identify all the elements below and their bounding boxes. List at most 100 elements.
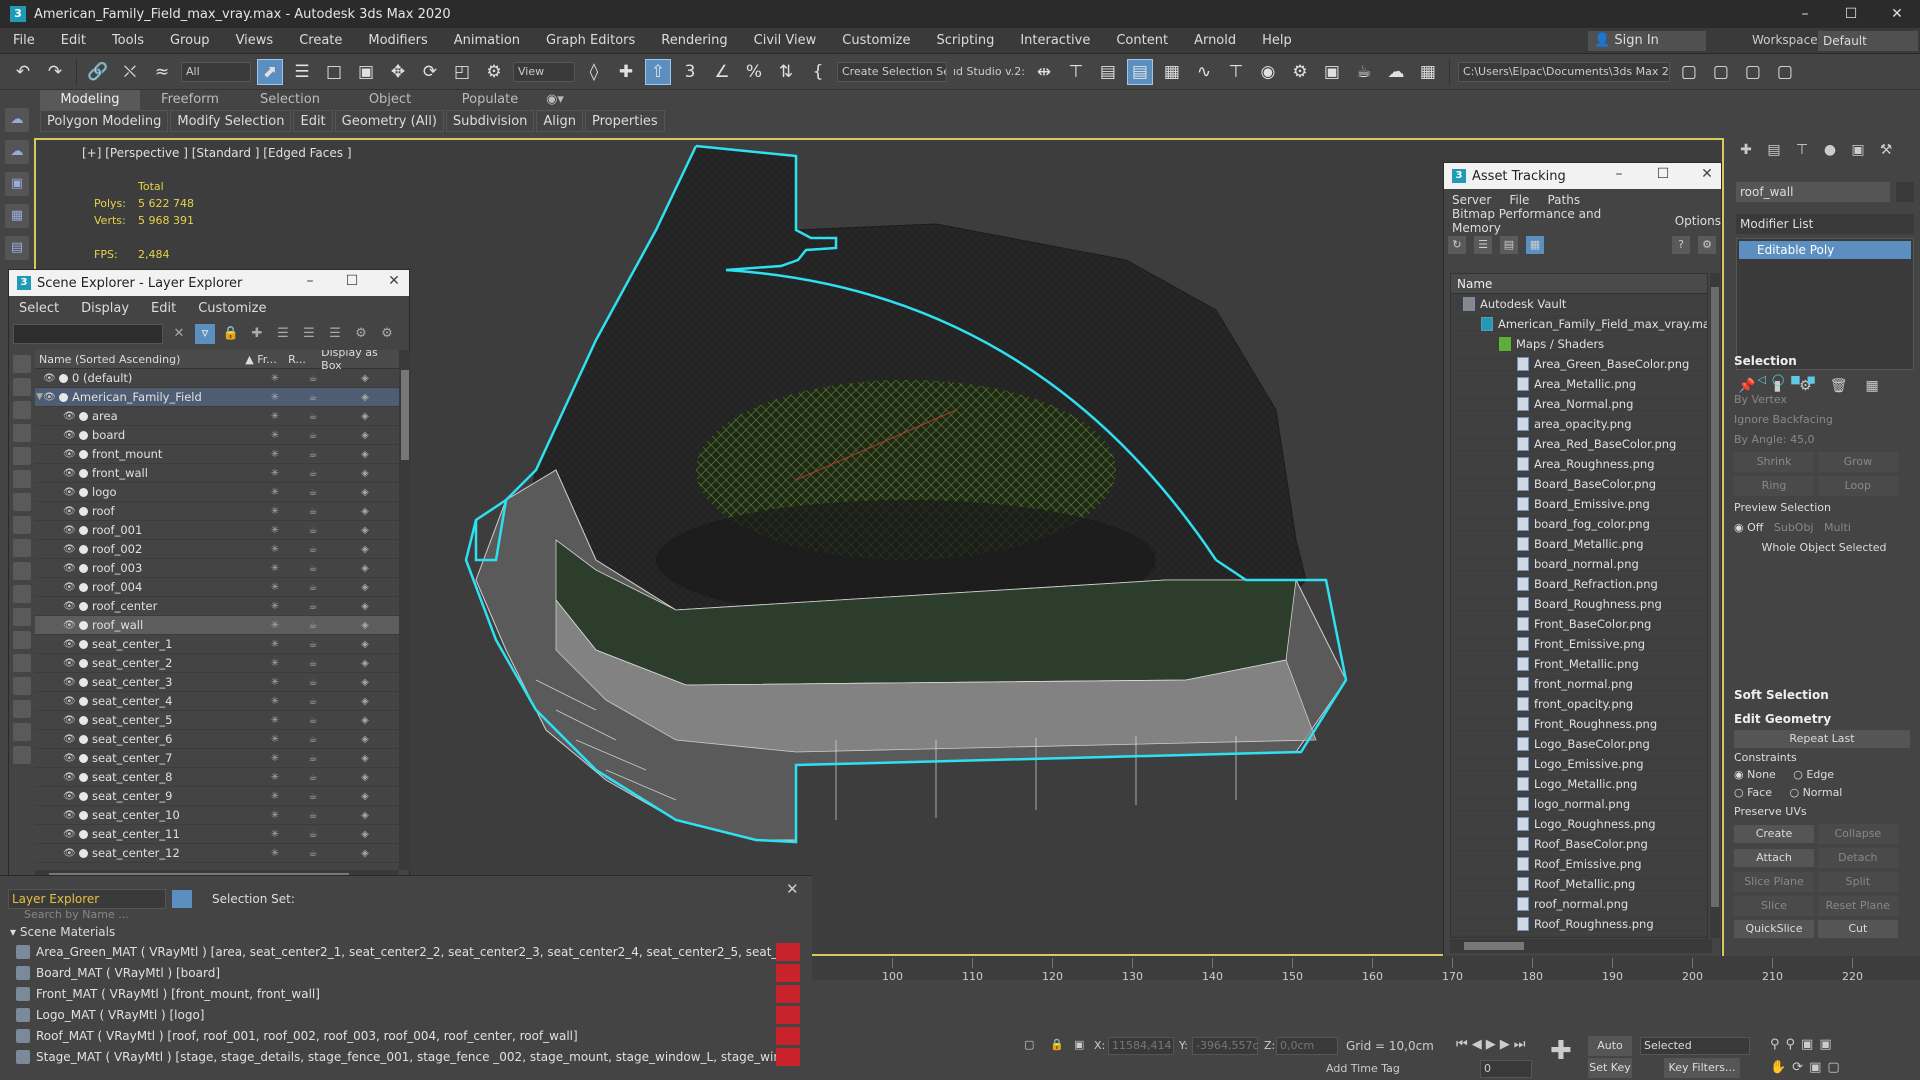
table-view-icon[interactable]: ▦ xyxy=(1526,236,1544,254)
visibility-eye-icon[interactable]: 👁 xyxy=(63,563,76,574)
render-teapot-icon[interactable]: ☕ xyxy=(294,392,332,403)
visibility-eye-icon[interactable]: 👁 xyxy=(63,658,76,669)
menu-edit[interactable]: Edit xyxy=(48,33,99,48)
display-helpers-icon[interactable] xyxy=(13,447,31,465)
box-display-icon[interactable]: ◈ xyxy=(346,582,384,593)
box-display-icon[interactable]: ◈ xyxy=(346,525,384,536)
menu-civil-view[interactable]: Civil View xyxy=(741,33,830,48)
visibility-eye-icon[interactable]: 👁 xyxy=(63,696,76,707)
box-display-icon[interactable]: ◈ xyxy=(346,829,384,840)
material-row[interactable]: Board_MAT ( VRayMtl ) [board] xyxy=(16,962,800,983)
freeze-icon[interactable]: ✳ xyxy=(256,411,294,422)
layer-row[interactable]: 👁 roof_004 ✳ ☕ ◈ xyxy=(35,578,399,597)
create-icon[interactable]: ☁ xyxy=(5,108,29,132)
cloud-icon[interactable]: ☁ xyxy=(5,140,29,164)
layer-row[interactable]: 👁 seat_center_7 ✳ ☕ ◈ xyxy=(35,749,399,768)
render-teapot-icon[interactable]: ☕ xyxy=(294,506,332,517)
menu-group[interactable]: Group xyxy=(157,33,223,48)
asset-row[interactable]: Area_Red_BaseColor.png xyxy=(1451,434,1707,454)
loop-button[interactable]: Loop xyxy=(1817,476,1898,496)
grid-icon[interactable]: ▦ xyxy=(5,204,29,228)
sign-in-dropdown[interactable]: 👤 Sign In xyxy=(1588,31,1706,51)
freeze-icon[interactable]: ✳ xyxy=(256,848,294,859)
freeze-icon[interactable]: ✳ xyxy=(256,696,294,707)
quickslice-button[interactable]: QuickSlice xyxy=(1734,920,1814,938)
freeze-icon[interactable]: ✳ xyxy=(256,791,294,802)
freeze-icon[interactable]: ✳ xyxy=(256,601,294,612)
cut-button[interactable]: Cut xyxy=(1817,920,1898,938)
asset-row[interactable]: front_normal.png xyxy=(1451,674,1707,694)
object-color-swatch[interactable] xyxy=(1896,182,1914,202)
layer-row[interactable]: 👁 seat_center_4 ✳ ☕ ◈ xyxy=(35,692,399,711)
scene-explorer-titlebar[interactable]: 3 Scene Explorer - Layer Explorer – ☐ ✕ xyxy=(9,270,409,296)
asset-hscroll[interactable] xyxy=(1450,939,1712,953)
render-teapot-icon[interactable]: ☕ xyxy=(294,525,332,536)
render-teapot-icon[interactable]: ☕ xyxy=(294,468,332,479)
display-invert-icon[interactable] xyxy=(13,677,31,695)
asset-row[interactable]: Logo_Roughness.png xyxy=(1451,814,1707,834)
visibility-eye-icon[interactable]: 👁 xyxy=(63,525,76,536)
visibility-eye-icon[interactable]: 👁 xyxy=(63,677,76,688)
ribbon-subdivision[interactable]: Subdivision xyxy=(445,110,535,132)
freeze-icon[interactable]: ✳ xyxy=(256,810,294,821)
menu-animation[interactable]: Animation xyxy=(441,33,533,48)
se-menu-display[interactable]: Display xyxy=(81,301,129,316)
visibility-eye-icon[interactable]: 👁 xyxy=(63,487,76,498)
layer-row[interactable]: 👁 roof ✳ ☕ ◈ xyxy=(35,502,399,521)
slice-plane-button[interactable]: Slice Plane xyxy=(1734,872,1814,892)
menu-content[interactable]: Content xyxy=(1103,33,1181,48)
render-teapot-icon[interactable]: ☕ xyxy=(294,620,332,631)
asset-row[interactable]: Roof_Emissive.png xyxy=(1451,854,1707,874)
project-path-select[interactable]: C:\Users\Elpac\Documents\3ds Max 2020 xyxy=(1457,61,1670,82)
box-display-icon[interactable]: ◈ xyxy=(346,791,384,802)
freeze-icon[interactable]: ✳ xyxy=(256,772,294,783)
freeze-icon[interactable]: ✳ xyxy=(256,430,294,441)
freeze-icon[interactable]: ✳ xyxy=(256,487,294,498)
new-layer-icon[interactable]: ✚ xyxy=(247,324,267,344)
column-name[interactable]: Name (Sorted Ascending) xyxy=(35,353,245,366)
box-display-icon[interactable]: ◈ xyxy=(346,810,384,821)
box-display-icon[interactable]: ◈ xyxy=(346,639,384,650)
display-children-icon[interactable] xyxy=(13,700,31,718)
layer-row[interactable]: 👁 seat_center_10 ✳ ☕ ◈ xyxy=(35,806,399,825)
freeze-icon[interactable]: ✳ xyxy=(256,525,294,536)
render-teapot-icon[interactable]: ☕ xyxy=(294,791,332,802)
current-frame-field[interactable]: 0 xyxy=(1480,1060,1532,1078)
preserve-uvs-checkbox[interactable]: Preserve UVs xyxy=(1734,802,1914,822)
render-teapot-icon[interactable]: ☕ xyxy=(294,753,332,764)
asset-row[interactable]: Front_Metallic.png xyxy=(1451,654,1707,674)
layer-explorer-icon[interactable]: ▤ xyxy=(1126,58,1153,85)
preview-off-radio[interactable]: Off xyxy=(1747,521,1763,534)
box-display-icon[interactable]: ◈ xyxy=(346,677,384,688)
viewport-nav-icons-2[interactable]: ✋⟳▣▢ xyxy=(1770,1060,1846,1075)
tab-selection[interactable]: Selection xyxy=(240,90,340,110)
box-display-icon[interactable]: ◈ xyxy=(346,544,384,555)
layer-row[interactable]: 👁 board ✳ ☕ ◈ xyxy=(35,426,399,445)
add-to-layer-icon[interactable]: ☰ xyxy=(273,324,293,344)
create-tab-icon[interactable]: ✚ xyxy=(1736,142,1756,162)
maximize-icon[interactable]: ☐ xyxy=(1648,166,1678,182)
asset-file-row[interactable]: American_Family_Field_max_vray.max xyxy=(1451,314,1707,334)
refresh-icon[interactable]: ↻ xyxy=(1448,236,1466,254)
visibility-eye-icon[interactable]: 👁 xyxy=(63,715,76,726)
se-menu-edit[interactable]: Edit xyxy=(151,301,176,316)
visibility-eye-icon[interactable]: 👁 xyxy=(63,734,76,745)
settings-icon[interactable]: ⚙ xyxy=(1698,236,1716,254)
display-all-icon[interactable] xyxy=(13,631,31,649)
visibility-eye-icon[interactable]: 👁 xyxy=(43,373,56,384)
layer-row[interactable]: 👁 seat_center_5 ✳ ☕ ◈ xyxy=(35,711,399,730)
layer-row[interactable]: 👁 seat_center_12 ✳ ☕ ◈ xyxy=(35,844,399,863)
clear-search-icon[interactable]: ✕ xyxy=(169,324,189,344)
visibility-eye-icon[interactable]: 👁 xyxy=(63,829,76,840)
close-icon[interactable]: ✕ xyxy=(1692,166,1722,182)
project-create-icon[interactable]: ▢ xyxy=(1740,59,1766,85)
render-teapot-icon[interactable]: ☕ xyxy=(294,848,332,859)
select-layer-icon[interactable]: ☰ xyxy=(325,324,345,344)
ribbon-geometry-all[interactable]: Geometry (All) xyxy=(334,110,444,132)
menu-interactive[interactable]: Interactive xyxy=(1007,33,1103,48)
freeze-icon[interactable]: ✳ xyxy=(256,563,294,574)
absolute-mode-icon[interactable]: ▣ xyxy=(1074,1038,1084,1051)
display-cameras-icon[interactable] xyxy=(13,424,31,442)
at-menu-options[interactable]: Options xyxy=(1675,214,1721,228)
scene-search-input[interactable] xyxy=(13,324,163,344)
